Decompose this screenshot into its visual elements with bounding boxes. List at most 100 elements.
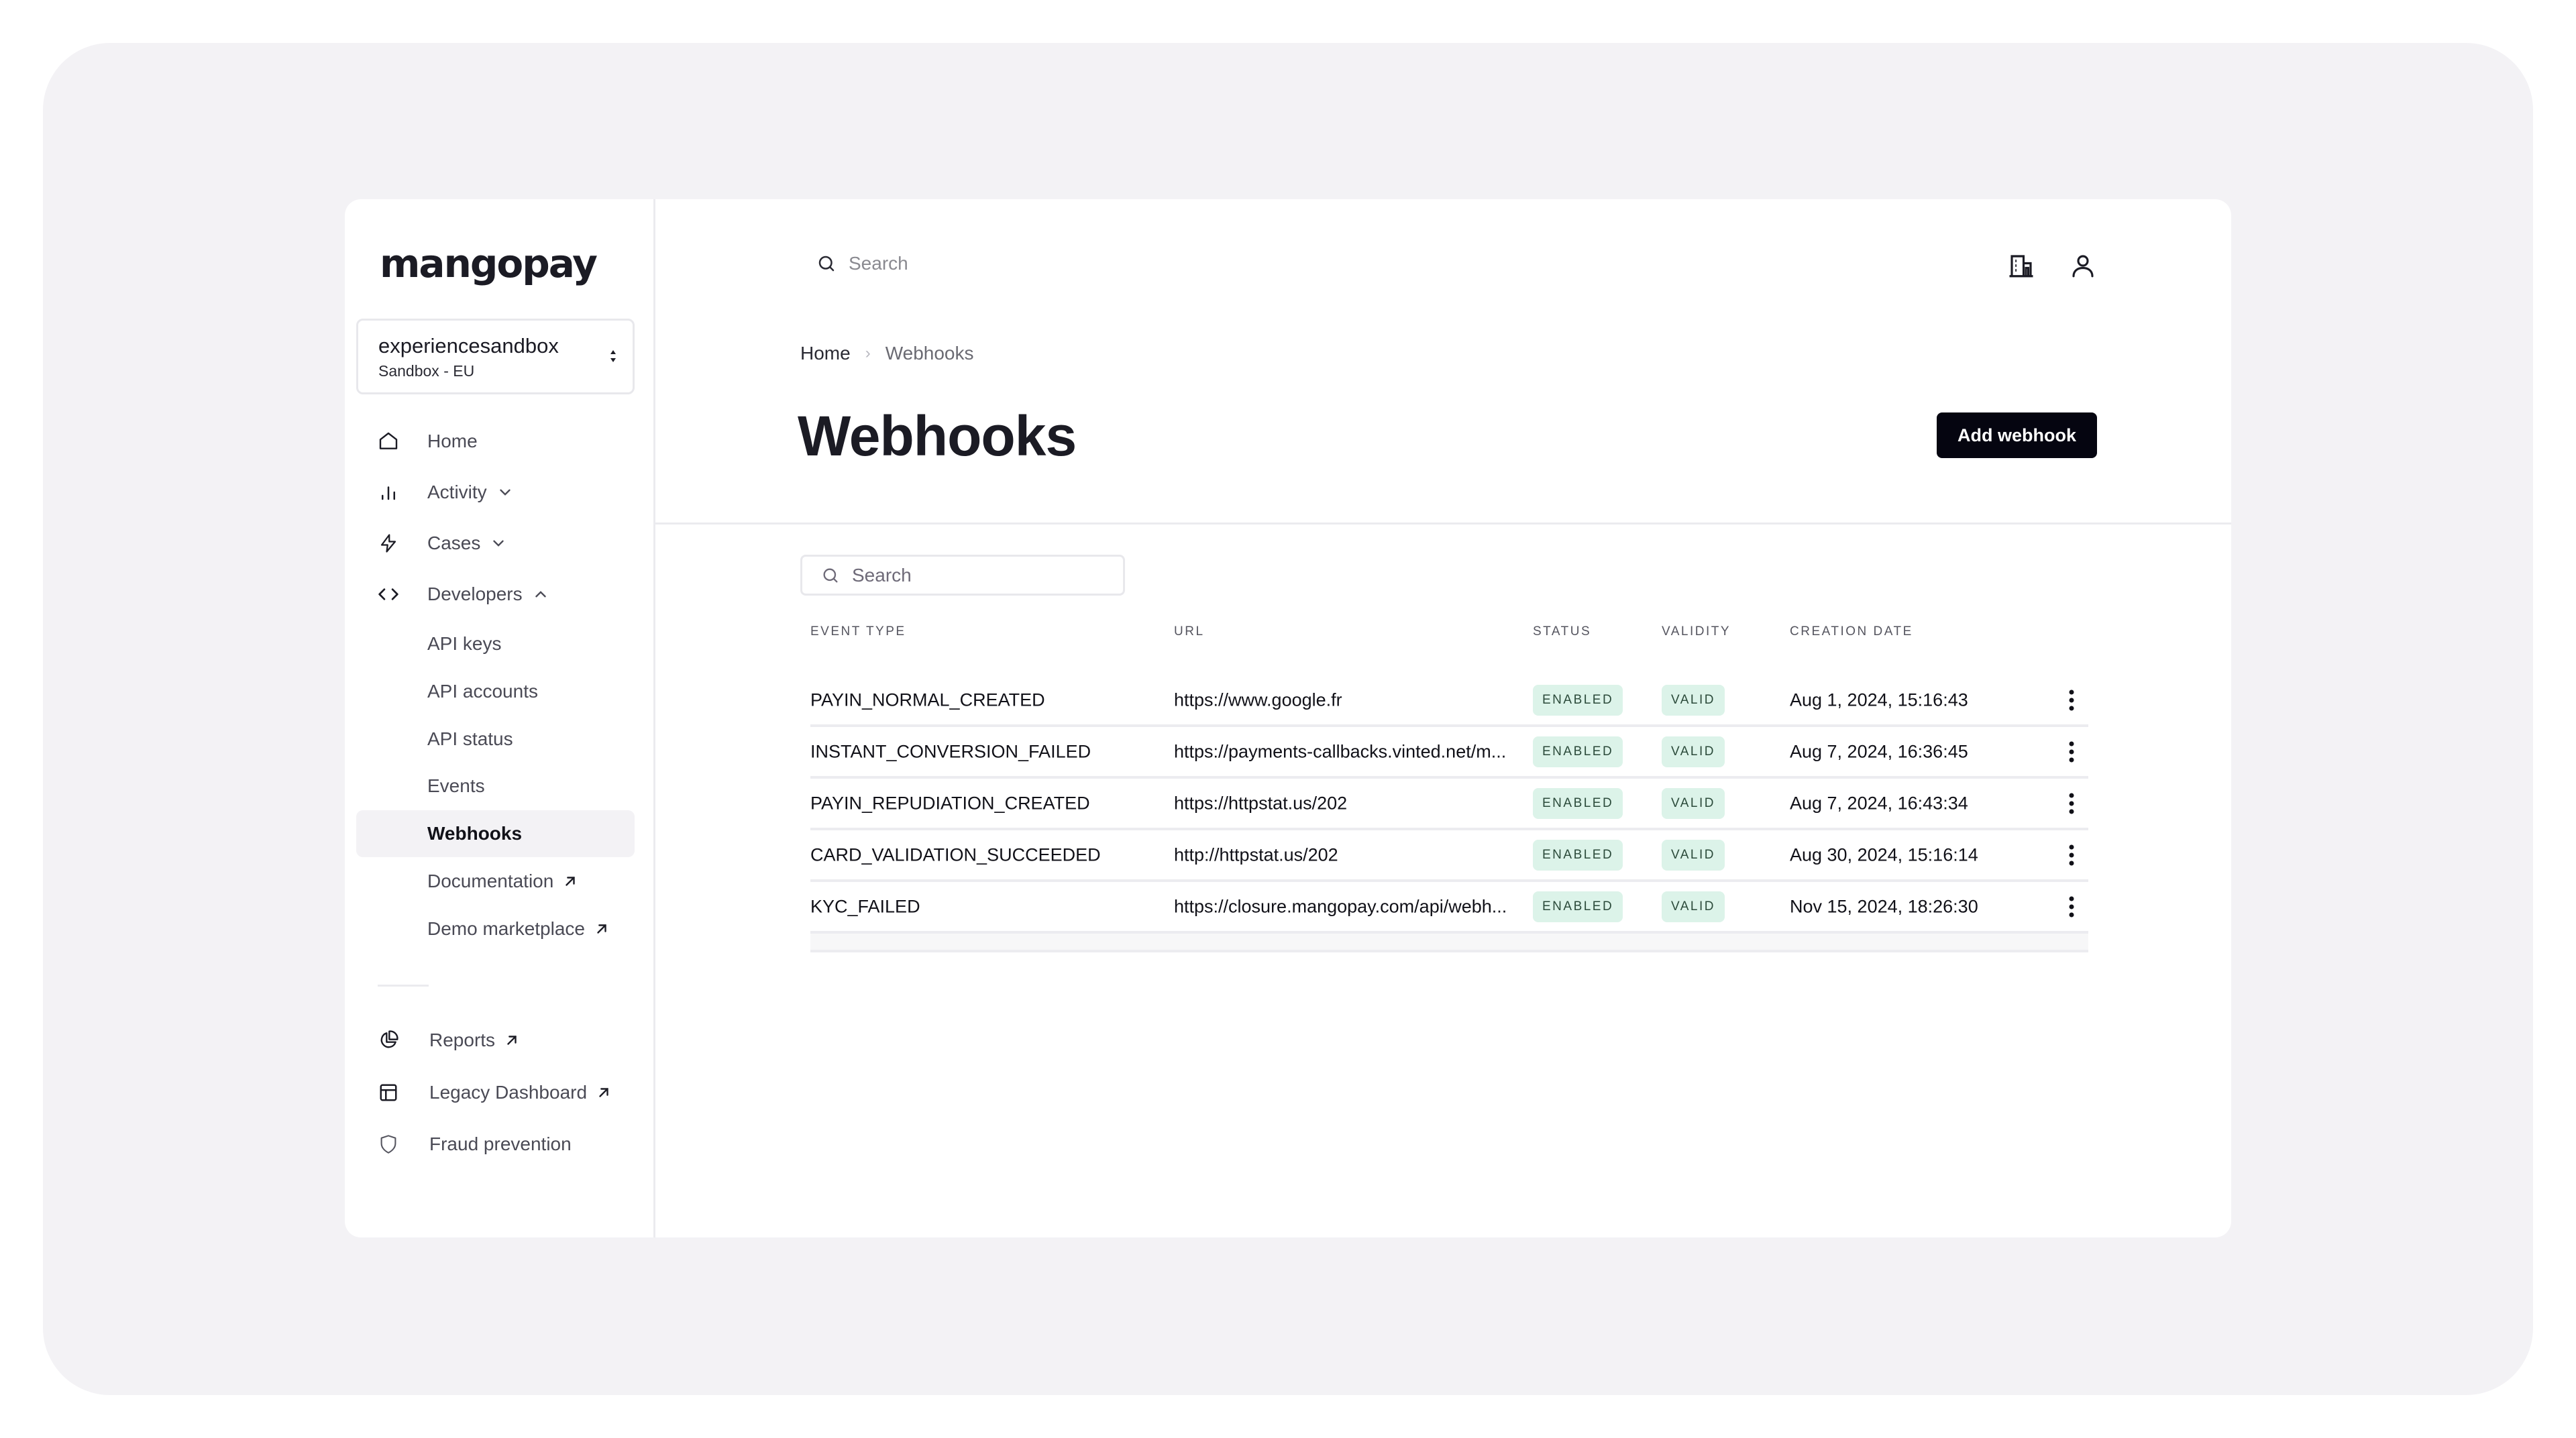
- search-icon: [823, 568, 838, 582]
- creation-date-cell: Aug 30, 2024, 15:16:14: [1790, 844, 1978, 865]
- sidebar-item-activity[interactable]: Activity: [356, 469, 635, 516]
- chevron-up-icon: [535, 591, 546, 598]
- status-cell: ENABLED: [1533, 787, 1623, 819]
- column-header-event-type[interactable]: EVENT TYPE: [810, 624, 906, 639]
- workspace-name: experiencesandbox: [378, 334, 559, 357]
- page-title: Webhooks: [798, 404, 1077, 467]
- column-header-creation-date[interactable]: CREATION DATE: [1790, 624, 1913, 639]
- url-cell: https://closure.mangopay.com/api/webh...: [1174, 896, 1507, 916]
- sidebar-item-fraud-prevention[interactable]: Fraud prevention: [356, 1121, 635, 1168]
- more-vertical-icon[interactable]: [2065, 893, 2078, 920]
- table-body: PAYIN_NORMAL_CREATED https://www.google.…: [810, 675, 2088, 934]
- validity-badge: VALID: [1662, 891, 1725, 922]
- sidebar-item-label: Reports: [429, 1030, 496, 1050]
- validity-cell: VALID: [1662, 891, 1725, 922]
- sidebar-item-label: Webhooks: [427, 823, 523, 844]
- chevron-down-icon: [499, 489, 511, 496]
- creation-date-cell: Aug 1, 2024, 15:16:43: [1790, 689, 1968, 710]
- layout-icon: [376, 1081, 400, 1105]
- search-icon: [818, 256, 835, 272]
- sidebar-item-api-keys[interactable]: API keys: [356, 620, 635, 667]
- status-badge: ENABLED: [1533, 684, 1623, 716]
- sidebar-item-label: API status: [427, 728, 513, 749]
- status-badge: ENABLED: [1533, 891, 1623, 922]
- status-cell: ENABLED: [1533, 736, 1623, 767]
- column-header-validity[interactable]: VALIDITY: [1662, 624, 1731, 639]
- validity-cell: VALID: [1662, 787, 1725, 819]
- url-cell: http://httpstat.us/202: [1174, 844, 1338, 865]
- more-vertical-icon[interactable]: [2065, 687, 2078, 714]
- sidebar-item-label: API keys: [427, 633, 502, 654]
- sidebar-item-events[interactable]: Events: [356, 763, 635, 810]
- url-cell: https://payments-callbacks.vinted.net/m.…: [1174, 741, 1507, 761]
- add-webhook-button[interactable]: Add webhook: [1937, 412, 2097, 458]
- app-window: mangopay experiencesandbox Sandbox - EU …: [345, 199, 2231, 1237]
- sidebar-item-api-accounts[interactable]: API accounts: [356, 668, 635, 715]
- table-row[interactable]: PAYIN_REPUDIATION_CREATED https://httpst…: [810, 779, 2088, 830]
- mangopay-logo[interactable]: mangopay: [380, 241, 598, 286]
- table-row[interactable]: KYC_FAILED https://closure.mangopay.com/…: [810, 882, 2088, 934]
- url-cell: https://www.google.fr: [1174, 689, 1342, 710]
- sidebar-item-label: Documentation: [427, 871, 554, 891]
- status-cell: ENABLED: [1533, 684, 1623, 716]
- table-search[interactable]: [800, 555, 1125, 596]
- breadcrumb-separator: ›: [865, 344, 871, 362]
- table-row[interactable]: PAYIN_NORMAL_CREATED https://www.google.…: [810, 675, 2088, 727]
- event-type-cell: PAYIN_REPUDIATION_CREATED: [810, 793, 1090, 813]
- external-link-icon: [599, 1088, 608, 1097]
- webhooks-table: EVENT TYPE URL STATUS VALIDITY CREATION …: [810, 615, 2088, 952]
- event-type-cell: INSTANT_CONVERSION_FAILED: [810, 741, 1091, 761]
- sidebar-item-documentation[interactable]: Documentation: [356, 858, 635, 905]
- pie-chart-icon: [376, 1028, 400, 1052]
- validity-cell: VALID: [1662, 839, 1725, 871]
- table-footer: [810, 934, 2088, 952]
- global-search[interactable]: Search: [816, 253, 908, 274]
- sidebar-item-developers[interactable]: Developers: [356, 571, 635, 618]
- chevron-down-icon: [493, 540, 504, 547]
- sidebar-item-home[interactable]: Home: [356, 418, 635, 465]
- column-header-status[interactable]: STATUS: [1533, 624, 1591, 639]
- column-header-url[interactable]: URL: [1174, 624, 1205, 639]
- sidebar-item-api-status[interactable]: API status: [356, 716, 635, 763]
- breadcrumb-current: Webhooks: [885, 343, 974, 364]
- table-row[interactable]: CARD_VALIDATION_SUCCEEDED http://httpsta…: [810, 830, 2088, 882]
- event-type-cell: KYC_FAILED: [810, 896, 920, 916]
- creation-date-cell: Aug 7, 2024, 16:36:45: [1790, 741, 1968, 761]
- user-icon[interactable]: [2069, 252, 2097, 280]
- workspace-switcher[interactable]: experiencesandbox Sandbox - EU: [356, 319, 635, 394]
- table-row[interactable]: INSTANT_CONVERSION_FAILED https://paymen…: [810, 727, 2088, 779]
- sidebar-item-demo-marketplace[interactable]: Demo marketplace: [356, 905, 635, 952]
- breadcrumb: Home › Webhooks: [800, 343, 974, 364]
- lightning-icon: [376, 531, 400, 555]
- shield-icon: [376, 1132, 400, 1156]
- sidebar-item-webhooks[interactable]: Webhooks: [356, 810, 635, 857]
- code-icon: [376, 582, 400, 606]
- status-badge: ENABLED: [1533, 736, 1623, 767]
- status-badge: ENABLED: [1533, 787, 1623, 819]
- table-search-input[interactable]: [852, 564, 1107, 586]
- more-vertical-icon[interactable]: [2065, 842, 2078, 869]
- nav-divider: [378, 985, 429, 987]
- validity-badge: VALID: [1662, 839, 1725, 871]
- sidebar-item-label: Fraud prevention: [429, 1133, 572, 1154]
- event-type-cell: CARD_VALIDATION_SUCCEEDED: [810, 844, 1101, 865]
- sidebar-item-legacy-dashboard[interactable]: Legacy Dashboard: [356, 1069, 635, 1116]
- url-cell: https://httpstat.us/202: [1174, 793, 1348, 813]
- sidebar-item-label: Legacy Dashboard: [429, 1082, 588, 1103]
- sidebar-item-label: Demo marketplace: [427, 918, 585, 939]
- sidebar-item-reports[interactable]: Reports: [356, 1017, 635, 1064]
- header-actions: [2007, 252, 2097, 280]
- breadcrumb-home[interactable]: Home: [800, 343, 851, 364]
- status-badge: ENABLED: [1533, 839, 1623, 871]
- sidebar-item-label: Activity: [427, 482, 487, 502]
- status-cell: ENABLED: [1533, 891, 1623, 922]
- header-divider: [655, 522, 2231, 524]
- more-vertical-icon[interactable]: [2065, 790, 2078, 817]
- sidebar-item-label: Cases: [427, 533, 481, 553]
- bar-chart-icon: [376, 480, 400, 504]
- sidebar-item-cases[interactable]: Cases: [356, 520, 635, 567]
- building-icon[interactable]: [2007, 252, 2035, 280]
- validity-badge: VALID: [1662, 787, 1725, 819]
- status-cell: ENABLED: [1533, 839, 1623, 871]
- more-vertical-icon[interactable]: [2065, 738, 2078, 765]
